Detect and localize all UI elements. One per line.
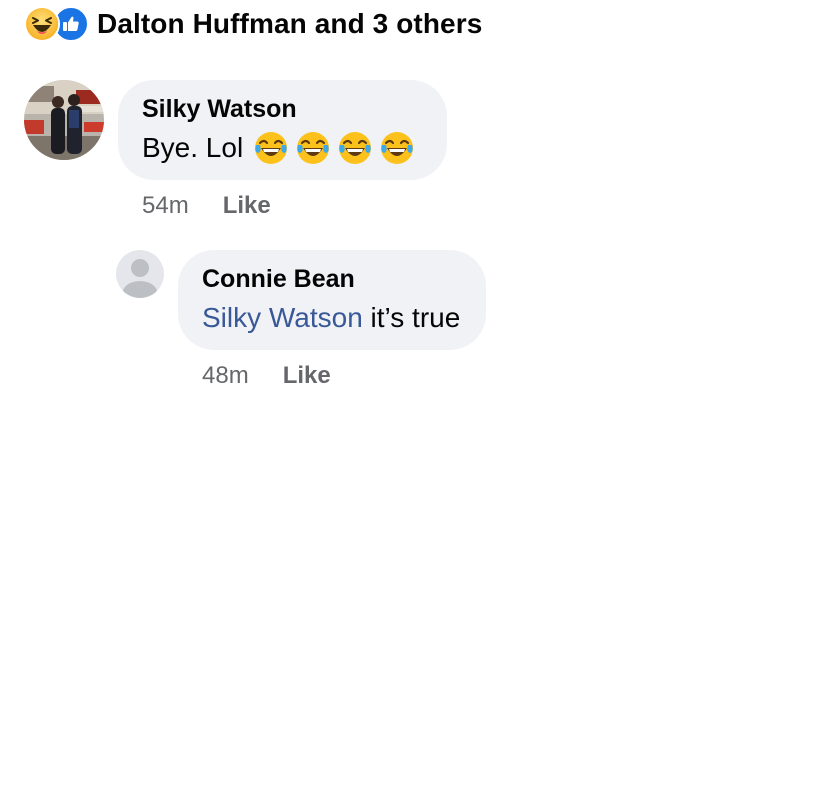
comment-text-row: Silky Watson it’s true	[202, 298, 460, 338]
like-button[interactable]: Like	[223, 192, 271, 220]
avatar[interactable]	[24, 80, 104, 160]
tears-of-joy-emoji-icon	[297, 132, 330, 164]
comment-text-row: Bye. Lol	[142, 128, 421, 168]
comment-text: it’s true	[362, 302, 461, 333]
default-avatar-icon[interactable]	[116, 250, 164, 298]
emoji-row	[253, 130, 421, 166]
comment-author[interactable]: Silky Watson	[142, 94, 421, 124]
comment-bubble: Connie Bean Silky Watson it’s true	[178, 250, 487, 350]
comment-meta: 54m Like	[142, 192, 447, 220]
haha-icon	[24, 6, 60, 42]
avatar-head	[131, 259, 149, 277]
reactions-summary[interactable]: Dalton Huffman and 3 others	[24, 6, 482, 42]
comment: Silky Watson Bye. Lol 54m Like	[24, 80, 448, 220]
comment-bubble: Silky Watson Bye. Lol	[118, 80, 448, 180]
comment-author[interactable]: Connie Bean	[202, 264, 460, 294]
reply-comment: Connie Bean Silky Watson it’s true 48m L…	[116, 250, 487, 390]
mention-link[interactable]: Silky Watson	[202, 298, 363, 338]
avatar-shoulders	[123, 281, 157, 298]
like-button[interactable]: Like	[283, 362, 331, 390]
tears-of-joy-emoji-icon	[381, 132, 414, 164]
comment-meta: 48m Like	[202, 362, 486, 390]
comment-text: Bye. Lol	[142, 132, 244, 163]
comment-timestamp[interactable]: 54m	[142, 192, 189, 220]
comment-timestamp[interactable]: 48m	[202, 362, 249, 390]
tears-of-joy-emoji-icon	[339, 132, 372, 164]
tears-of-joy-emoji-icon	[255, 132, 288, 164]
reactions-text: Dalton Huffman and 3 others	[97, 8, 483, 39]
profile-photo-icon	[24, 80, 104, 160]
